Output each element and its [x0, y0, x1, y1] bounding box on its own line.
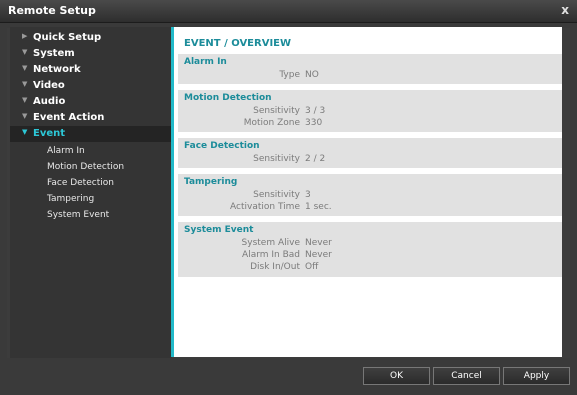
sub-item-label: Tampering	[47, 194, 95, 204]
row-motion-zone: Motion Zone 330	[178, 118, 562, 130]
window-title: Remote Setup	[8, 4, 96, 17]
sub-item-label: Motion Detection	[47, 162, 125, 172]
sub-item-tampering[interactable]: Tampering	[10, 191, 172, 207]
expand-arrow-icon: ▼	[22, 48, 28, 56]
section-face-detection: Face Detection Sensitivity 2 / 2	[178, 138, 562, 168]
field-label: Disk In/Out	[250, 262, 300, 272]
field-value: NO	[305, 70, 319, 80]
nav-item-label: Event Action	[33, 112, 105, 123]
nav-item-event[interactable]: ▼ Event	[10, 126, 172, 142]
collapsed-arrow-icon: ▶	[22, 32, 28, 40]
field-label: Sensitivity	[253, 190, 300, 200]
field-value: 1 sec.	[305, 202, 332, 212]
row-disk-in-out: Disk In/Out Off	[178, 262, 562, 274]
section-alarm-in: Alarm In Type NO	[178, 54, 562, 84]
section-title: Motion Detection	[184, 93, 272, 103]
nav-item-label: System	[33, 48, 75, 59]
sub-item-alarm-in[interactable]: Alarm In	[10, 143, 172, 159]
row-motion-sensitivity: Sensitivity 3 / 3	[178, 106, 562, 118]
section-title: System Event	[184, 225, 254, 235]
page-title: EVENT / OVERVIEW	[184, 38, 292, 49]
expand-arrow-icon: ▼	[22, 80, 28, 88]
field-value: 330	[305, 118, 323, 128]
expand-arrow-icon: ▼	[22, 112, 28, 120]
sub-item-label: System Event	[47, 210, 110, 220]
row-system-alive: System Alive Never	[178, 238, 562, 250]
nav-item-system[interactable]: ▼ System	[10, 46, 172, 62]
field-label: Sensitivity	[253, 106, 300, 116]
sub-item-label: Face Detection	[47, 178, 114, 188]
dialog-footer: OK Cancel Apply	[0, 358, 577, 395]
nav-item-label: Event	[33, 128, 66, 139]
remote-setup-window: Remote Setup x ▶ Quick Setup ▼ System ▼ …	[0, 0, 577, 395]
row-alarm-in-bad: Alarm In Bad Never	[178, 250, 562, 262]
nav-item-video[interactable]: ▼ Video	[10, 78, 172, 94]
expand-arrow-icon: ▼	[22, 64, 28, 72]
row-tampering-activation: Activation Time 1 sec.	[178, 202, 562, 214]
nav-item-network[interactable]: ▼ Network	[10, 62, 172, 78]
close-icon[interactable]: x	[561, 3, 569, 17]
cancel-button[interactable]: Cancel	[433, 367, 500, 385]
nav-item-label: Network	[33, 64, 81, 75]
apply-button[interactable]: Apply	[503, 367, 570, 385]
field-value: Off	[305, 262, 319, 272]
sidebar: ▶ Quick Setup ▼ System ▼ Network ▼ Video…	[10, 27, 172, 358]
field-label: Sensitivity	[253, 154, 300, 164]
field-value: Never	[305, 250, 332, 260]
expand-arrow-icon: ▼	[22, 128, 28, 136]
section-title: Face Detection	[184, 141, 260, 151]
overview-panel: EVENT / OVERVIEW Alarm In Type NO Motion…	[174, 27, 562, 357]
field-label: Alarm In Bad	[242, 250, 300, 260]
field-value: 3 / 3	[305, 106, 326, 116]
sub-item-face-detection[interactable]: Face Detection	[10, 175, 172, 191]
title-bar: Remote Setup x	[0, 0, 577, 23]
row-face-sensitivity: Sensitivity 2 / 2	[178, 154, 562, 166]
field-value: 2 / 2	[305, 154, 326, 164]
nav-item-label: Quick Setup	[33, 32, 102, 43]
field-label: Activation Time	[230, 202, 300, 212]
field-value: 3	[305, 190, 311, 200]
sub-item-label: Alarm In	[47, 146, 85, 156]
field-label: System Alive	[241, 238, 300, 248]
section-system-event: System Event System Alive Never Alarm In…	[178, 222, 562, 277]
row-alarm-type: Type NO	[178, 70, 562, 82]
nav-item-label: Video	[33, 80, 65, 91]
nav-item-label: Audio	[33, 96, 66, 107]
ok-button[interactable]: OK	[363, 367, 430, 385]
field-label: Motion Zone	[243, 118, 300, 128]
section-title: Alarm In	[184, 57, 227, 67]
field-value: Never	[305, 238, 332, 248]
sub-item-motion-detection[interactable]: Motion Detection	[10, 159, 172, 175]
expand-arrow-icon: ▼	[22, 96, 28, 104]
nav-item-event-action[interactable]: ▼ Event Action	[10, 110, 172, 126]
row-tampering-sensitivity: Sensitivity 3	[178, 190, 562, 202]
nav-item-quick-setup[interactable]: ▶ Quick Setup	[10, 30, 172, 46]
sub-item-system-event[interactable]: System Event	[10, 207, 172, 223]
section-title: Tampering	[184, 177, 238, 187]
field-label: Type	[279, 70, 300, 80]
section-motion-detection: Motion Detection Sensitivity 3 / 3 Motio…	[178, 90, 562, 132]
nav-item-audio[interactable]: ▼ Audio	[10, 94, 172, 110]
section-tampering: Tampering Sensitivity 3 Activation Time …	[178, 174, 562, 216]
